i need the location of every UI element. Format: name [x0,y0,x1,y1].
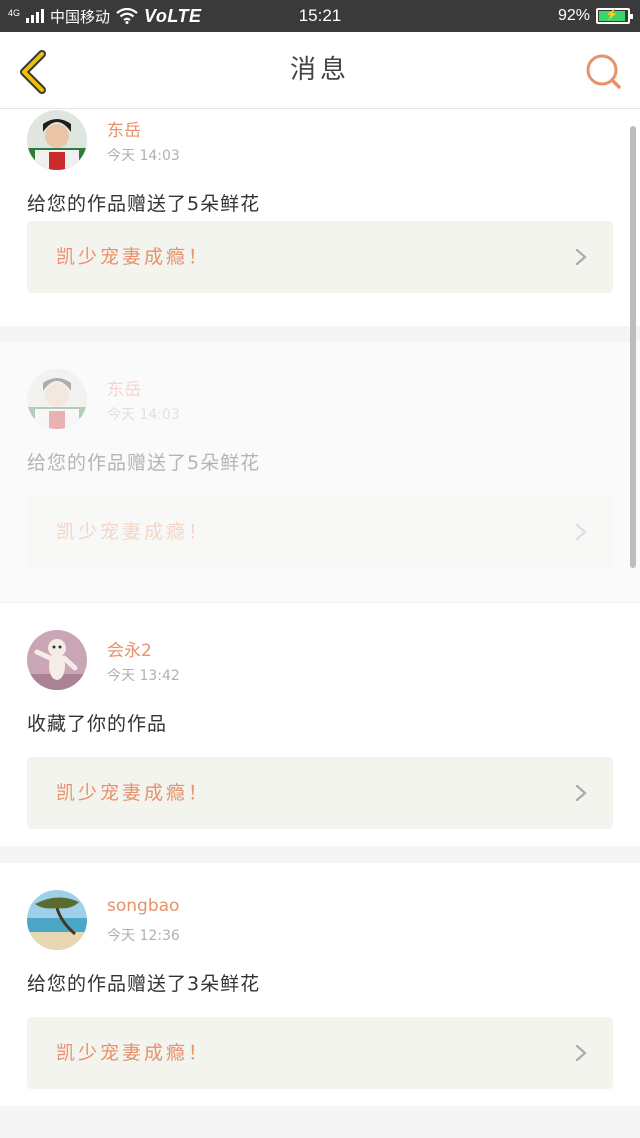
timestamp: 今天 12:36 [107,928,180,944]
status-bar: 4G 中国移动 VoLTE 15:21 92% ⚡ [0,0,640,32]
message-text: 收藏了你的作品 [27,713,168,735]
message-text: 给您的作品赠送了5朵鲜花 [27,452,261,474]
chevron-right-icon [575,1044,587,1062]
message-text: 给您的作品赠送了5朵鲜花 [27,193,261,215]
status-right: 92% ⚡ [557,0,633,32]
search-button[interactable] [584,52,624,92]
list-item: 东岳 今天 14:03 给您的作品赠送了5朵鲜花 凯少宠妻成瘾！ [0,342,640,602]
work-title: 凯少宠妻成瘾！ [56,782,211,804]
avatar[interactable] [27,110,87,170]
chevron-right-icon [575,784,587,802]
nav-bar: 消息 [0,32,640,109]
avatar[interactable] [27,890,87,950]
work-link[interactable]: 凯少宠妻成瘾！ [27,757,613,829]
message-text: 给您的作品赠送了3朵鲜花 [27,973,261,995]
message-list: 东岳 今天 14:03 给您的作品赠送了5朵鲜花 凯少宠妻成瘾！ 东岳 今天 1… [0,109,640,1138]
list-item: 会永2 今天 13:42 收藏了你的作品 凯少宠妻成瘾！ [0,603,640,846]
search-icon [586,54,621,89]
battery-level: ⚡ [599,9,625,21]
work-title: 凯少宠妻成瘾！ [56,246,211,268]
list-item: songbao 今天 12:36 给您的作品赠送了3朵鲜花 凯少宠妻成瘾！ [0,863,640,1106]
avatar[interactable] [27,369,87,429]
work-link[interactable]: 凯少宠妻成瘾！ [27,496,613,568]
battery-icon: ⚡ [596,8,633,24]
work-link[interactable]: 凯少宠妻成瘾！ [27,1017,613,1089]
username[interactable]: 会永2 [107,636,152,661]
avatar[interactable] [27,630,87,690]
timestamp: 今天 14:03 [107,407,180,423]
username[interactable]: songbao [107,896,179,916]
battery-percent: 92% [557,7,590,24]
work-link[interactable]: 凯少宠妻成瘾！ [27,221,613,293]
work-title: 凯少宠妻成瘾！ [56,1042,211,1064]
clock: 15:21 [298,6,342,25]
username[interactable]: 东岳 [107,375,141,400]
list-item: 东岳 今天 14:03 给您的作品赠送了5朵鲜花 凯少宠妻成瘾！ [0,109,640,326]
timestamp: 今天 14:03 [107,148,180,164]
chevron-right-icon [575,248,587,266]
chevron-right-icon [575,523,587,541]
username[interactable]: 东岳 [107,116,141,141]
page-title: 消息 [289,55,350,85]
timestamp: 今天 13:42 [107,668,180,684]
work-title: 凯少宠妻成瘾！ [56,521,211,543]
scrollbar[interactable] [630,126,636,568]
